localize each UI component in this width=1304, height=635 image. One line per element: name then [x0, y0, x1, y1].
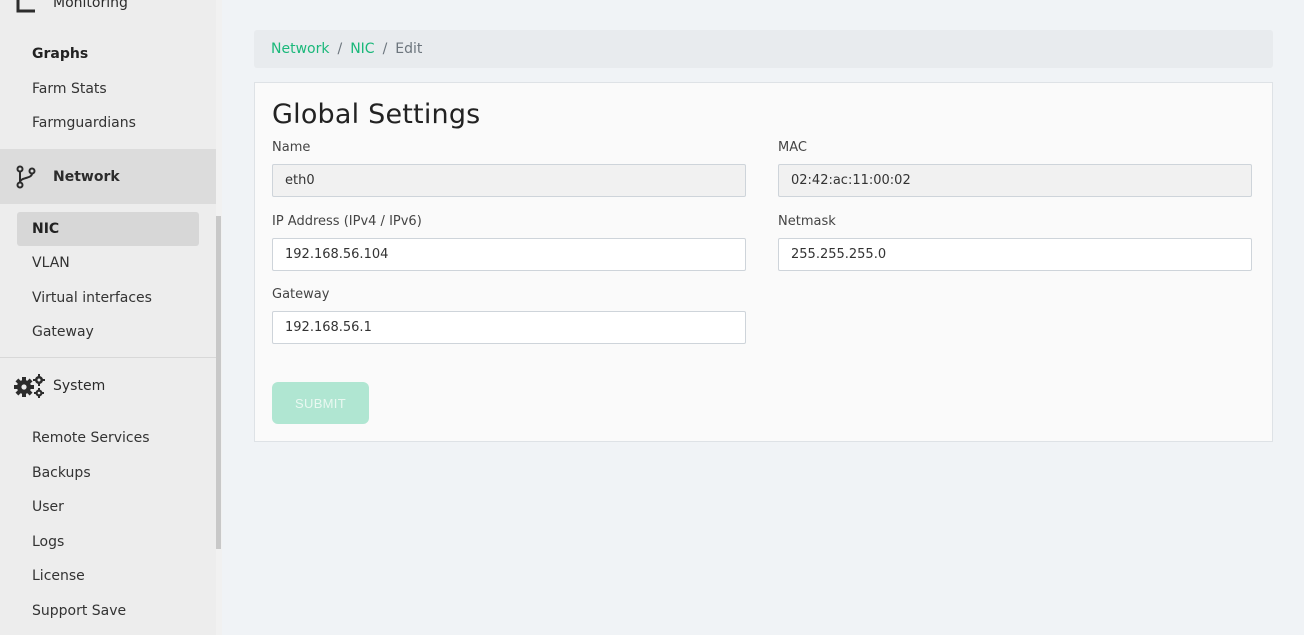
breadcrumb-link-network[interactable]: Network [271, 41, 329, 57]
ip-address-label: IP Address (IPv4 / IPv6) [272, 214, 422, 229]
mac-field[interactable]: 02:42:ac:11:00:02 [778, 164, 1252, 197]
sidebar-scrollbar[interactable] [216, 0, 222, 635]
sidebar-group-network[interactable]: Network [0, 149, 216, 204]
sidebar-item-support-save[interactable]: Support Save [32, 601, 126, 621]
submit-button[interactable]: SUBMIT [272, 382, 369, 424]
page-title: Global Settings [272, 99, 481, 130]
sidebar-item-remote-services[interactable]: Remote Services [32, 428, 150, 448]
sidebar-group-label: Monitoring [53, 0, 128, 11]
breadcrumb-separator: / [337, 41, 343, 57]
netmask-label: Netmask [778, 214, 836, 229]
breadcrumb: Network / NIC / Edit [254, 30, 1273, 68]
sidebar-group-monitoring[interactable]: Monitoring [0, 0, 216, 18]
gateway-label: Gateway [272, 287, 330, 302]
sidebar-item-nic[interactable]: NIC [32, 219, 59, 239]
scrollbar-thumb[interactable] [216, 216, 221, 549]
netmask-field[interactable]: 255.255.255.0 [778, 238, 1252, 271]
breadcrumb-separator: / [382, 41, 388, 57]
sidebar-group-system[interactable]: System [0, 358, 216, 414]
sidebar: Monitoring Graphs Farm Stats Farmguardia… [0, 0, 216, 635]
chart-icon [14, 0, 38, 15]
sidebar-item-user[interactable]: User [32, 497, 64, 517]
sidebar-group-label: System [53, 378, 106, 394]
breadcrumb-link-nic[interactable]: NIC [350, 41, 374, 57]
branch-icon [14, 165, 38, 189]
sidebar-item-graphs[interactable]: Graphs [32, 44, 88, 64]
ip-address-field[interactable]: 192.168.56.104 [272, 238, 746, 271]
sidebar-item-virtual-interfaces[interactable]: Virtual interfaces [32, 288, 152, 308]
sidebar-item-backups[interactable]: Backups [32, 463, 91, 483]
sidebar-item-farmguardians[interactable]: Farmguardians [32, 113, 136, 133]
sidebar-item-vlan[interactable]: VLAN [32, 253, 70, 273]
sidebar-item-gateway[interactable]: Gateway [32, 322, 94, 342]
sidebar-item-farm-stats[interactable]: Farm Stats [32, 79, 107, 99]
gateway-field[interactable]: 192.168.56.1 [272, 311, 746, 344]
sidebar-group-label: Network [53, 168, 120, 185]
global-settings-card: Global Settings Name eth0 MAC 02:42:ac:1… [254, 82, 1273, 442]
mac-label: MAC [778, 140, 807, 155]
gears-icon [13, 374, 47, 398]
sidebar-item-license[interactable]: License [32, 566, 85, 586]
sidebar-item-logs[interactable]: Logs [32, 532, 64, 552]
name-label: Name [272, 140, 311, 155]
name-field[interactable]: eth0 [272, 164, 746, 197]
breadcrumb-current: Edit [395, 41, 423, 57]
